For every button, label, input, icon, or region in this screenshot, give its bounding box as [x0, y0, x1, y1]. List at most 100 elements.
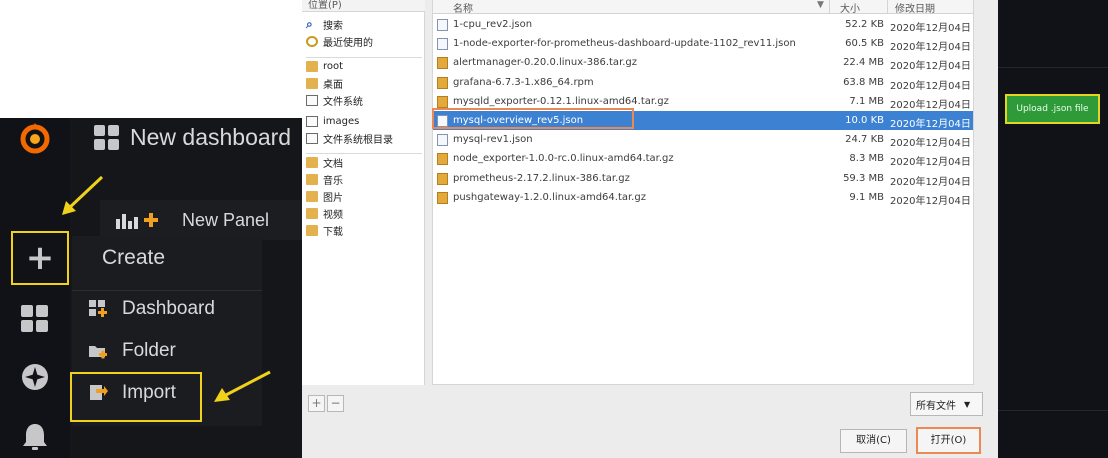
create-menu-heading: Create — [102, 246, 166, 269]
menu-item-label: Folder — [122, 340, 176, 361]
selected-file-highlight-box — [432, 108, 634, 129]
place-item[interactable]: 视频 — [306, 205, 343, 222]
file-row[interactable]: prometheus-2.17.2.linux-386.tar.gz 59.3 M… — [433, 169, 973, 188]
grafana-panel: + New dashboard New Panel Create Dashboa… — [0, 118, 302, 458]
place-item[interactable]: 文件系统根目录 — [306, 130, 393, 147]
file-date: 2020年12月04日 — [890, 119, 971, 130]
column-size[interactable]: 大小 — [840, 0, 860, 15]
places-header: 位置(P) — [302, 0, 425, 12]
file-row[interactable]: pushgateway-1.2.0.linux-amd64.tar.gz 9.1 … — [433, 188, 973, 207]
drive-icon — [306, 133, 318, 144]
folder-icon — [306, 174, 318, 185]
file-row[interactable]: 1-node-exporter-for-prometheus-dashboard… — [433, 34, 973, 53]
import-highlight-box — [70, 372, 202, 422]
alerting-bell-icon[interactable] — [17, 418, 53, 454]
file-size: 22.4 MB — [843, 57, 884, 69]
json-file-icon — [437, 38, 448, 51]
file-size: 9.1 MB — [849, 191, 884, 203]
file-row[interactable]: grafana-6.7.3-1.x86_64.rpm 63.8 MB 2020年12… — [433, 73, 973, 92]
open-button[interactable]: 打开(O) — [916, 427, 981, 454]
place-item[interactable]: 下载 — [306, 222, 343, 239]
file-name: grafana-6.7.3-1.x86_64.rpm — [453, 76, 594, 88]
archive-file-icon — [437, 172, 448, 185]
place-item[interactable]: 桌面 — [306, 75, 343, 92]
file-name: 1-node-exporter-for-prometheus-dashboard… — [453, 38, 796, 50]
search-icon: ⌕ — [306, 17, 313, 31]
file-list: 名称 ▼ 大小 修改日期 1-cpu_rev2.json 52.2 KB 2020年… — [432, 0, 974, 385]
place-label: 搜索 — [323, 21, 343, 32]
archive-file-icon — [437, 95, 448, 108]
file-size: 10.0 KB — [845, 115, 884, 126]
file-name: 1-cpu_rev2.json — [453, 19, 533, 30]
file-type-filter-value: 所有文件 — [916, 400, 956, 412]
dashboard-title[interactable]: New dashboard — [130, 124, 291, 151]
grafana-logo-icon[interactable] — [17, 120, 53, 156]
menu-item-folder[interactable]: Folder — [88, 340, 176, 362]
place-label: 文件系统 — [323, 97, 363, 108]
file-size: 24.7 KB — [845, 134, 884, 146]
explore-compass-icon[interactable] — [17, 359, 53, 395]
archive-file-icon — [437, 57, 448, 70]
file-row[interactable]: mysql-rev1.json 24.7 KB 2020年12月04日 — [433, 130, 973, 149]
file-date: 2020年12月04日 — [890, 80, 971, 92]
place-item[interactable]: root — [306, 58, 343, 75]
place-item[interactable]: 音乐 — [306, 171, 343, 188]
menu-item-dashboard[interactable]: Dashboard — [88, 298, 215, 320]
file-type-filter[interactable]: 所有文件 ▼ — [910, 392, 983, 416]
folder-icon — [306, 208, 318, 219]
file-chooser-dialog: 位置(P) ⌕ 搜索 最近使用的 root 桌面文件系统 images 文件系统根目录 文档音… — [302, 0, 998, 458]
dashboard-title-bar: New dashboard — [94, 124, 291, 151]
plus-icon: + — [25, 238, 55, 278]
place-item[interactable]: 图片 — [306, 188, 343, 205]
yellow-arrow-icon — [214, 370, 271, 402]
file-name: mysqld_exporter-0.12.1.linux-amd64.tar.g… — [453, 95, 669, 107]
column-modified[interactable]: 修改日期 — [895, 0, 935, 15]
file-size: 8.3 MB — [849, 153, 884, 165]
file-row[interactable]: 1-cpu_rev2.json 52.2 KB 2020年12月04日 — [433, 15, 973, 34]
place-label: 图片 — [323, 193, 343, 204]
column-separator — [887, 0, 888, 14]
archive-file-icon — [437, 76, 448, 89]
file-date: 2020年12月04日 — [890, 195, 971, 207]
file-name: pushgateway-1.2.0.linux-amd64.tar.gz — [453, 191, 646, 203]
file-size: 7.1 MB — [849, 95, 884, 107]
file-date: 2020年12月04日 — [890, 61, 971, 73]
file-date: 2020年12月04日 — [890, 138, 971, 150]
file-row[interactable]: alertmanager-0.20.0.linux-386.tar.gz 22.4… — [433, 53, 973, 72]
grafana-import-panel: Upload .json file — [998, 0, 1108, 458]
menu-item-label: Dashboard — [122, 298, 215, 319]
places-sidebar: 位置(P) ⌕ 搜索 最近使用的 root 桌面文件系统 images 文件系统根目录 文档音… — [302, 0, 425, 385]
add-place-button[interactable]: + — [308, 395, 325, 412]
column-name[interactable]: 名称 — [453, 0, 473, 15]
yellow-arrow-icon — [62, 175, 104, 215]
new-panel-button[interactable]: New Panel — [100, 200, 302, 240]
new-panel-label: New Panel — [182, 209, 270, 230]
place-label: 音乐 — [323, 176, 343, 187]
create-plus-button[interactable]: + — [11, 231, 69, 285]
place-item[interactable]: 最近使用的 — [306, 33, 373, 50]
folder-icon — [306, 78, 318, 89]
remove-place-button[interactable]: − — [327, 395, 344, 412]
place-label: 桌面 — [323, 80, 343, 91]
place-item[interactable]: 文件系统 — [306, 92, 363, 109]
folder-icon — [306, 191, 318, 202]
dashboards-grid-icon[interactable] — [17, 301, 53, 337]
place-label: 视频 — [323, 210, 343, 221]
file-name: alertmanager-0.20.0.linux-386.tar.gz — [453, 57, 638, 69]
place-item[interactable]: ⌕ 搜索 — [306, 16, 343, 33]
file-date: 2020年12月04日 — [890, 42, 971, 54]
place-item[interactable]: images — [306, 113, 359, 130]
folder-icon — [306, 157, 318, 168]
cancel-button[interactable]: 取消(C) — [840, 429, 907, 453]
file-size: 63.8 MB — [843, 76, 884, 88]
file-size: 59.3 MB — [843, 172, 884, 184]
file-size: 52.2 KB — [845, 19, 884, 30]
recent-icon — [306, 36, 318, 47]
sort-chevron-down-icon[interactable]: ▼ — [817, 0, 824, 10]
file-date: 2020年12月04日 — [890, 23, 971, 34]
place-item[interactable]: 文档 — [306, 154, 343, 171]
file-date: 2020年12月04日 — [890, 157, 971, 169]
places-divider — [306, 153, 422, 154]
upload-json-button[interactable]: Upload .json file — [1005, 94, 1100, 124]
file-row[interactable]: node_exporter-1.0.0-rc.0.linux-amd64.tar… — [433, 149, 973, 168]
